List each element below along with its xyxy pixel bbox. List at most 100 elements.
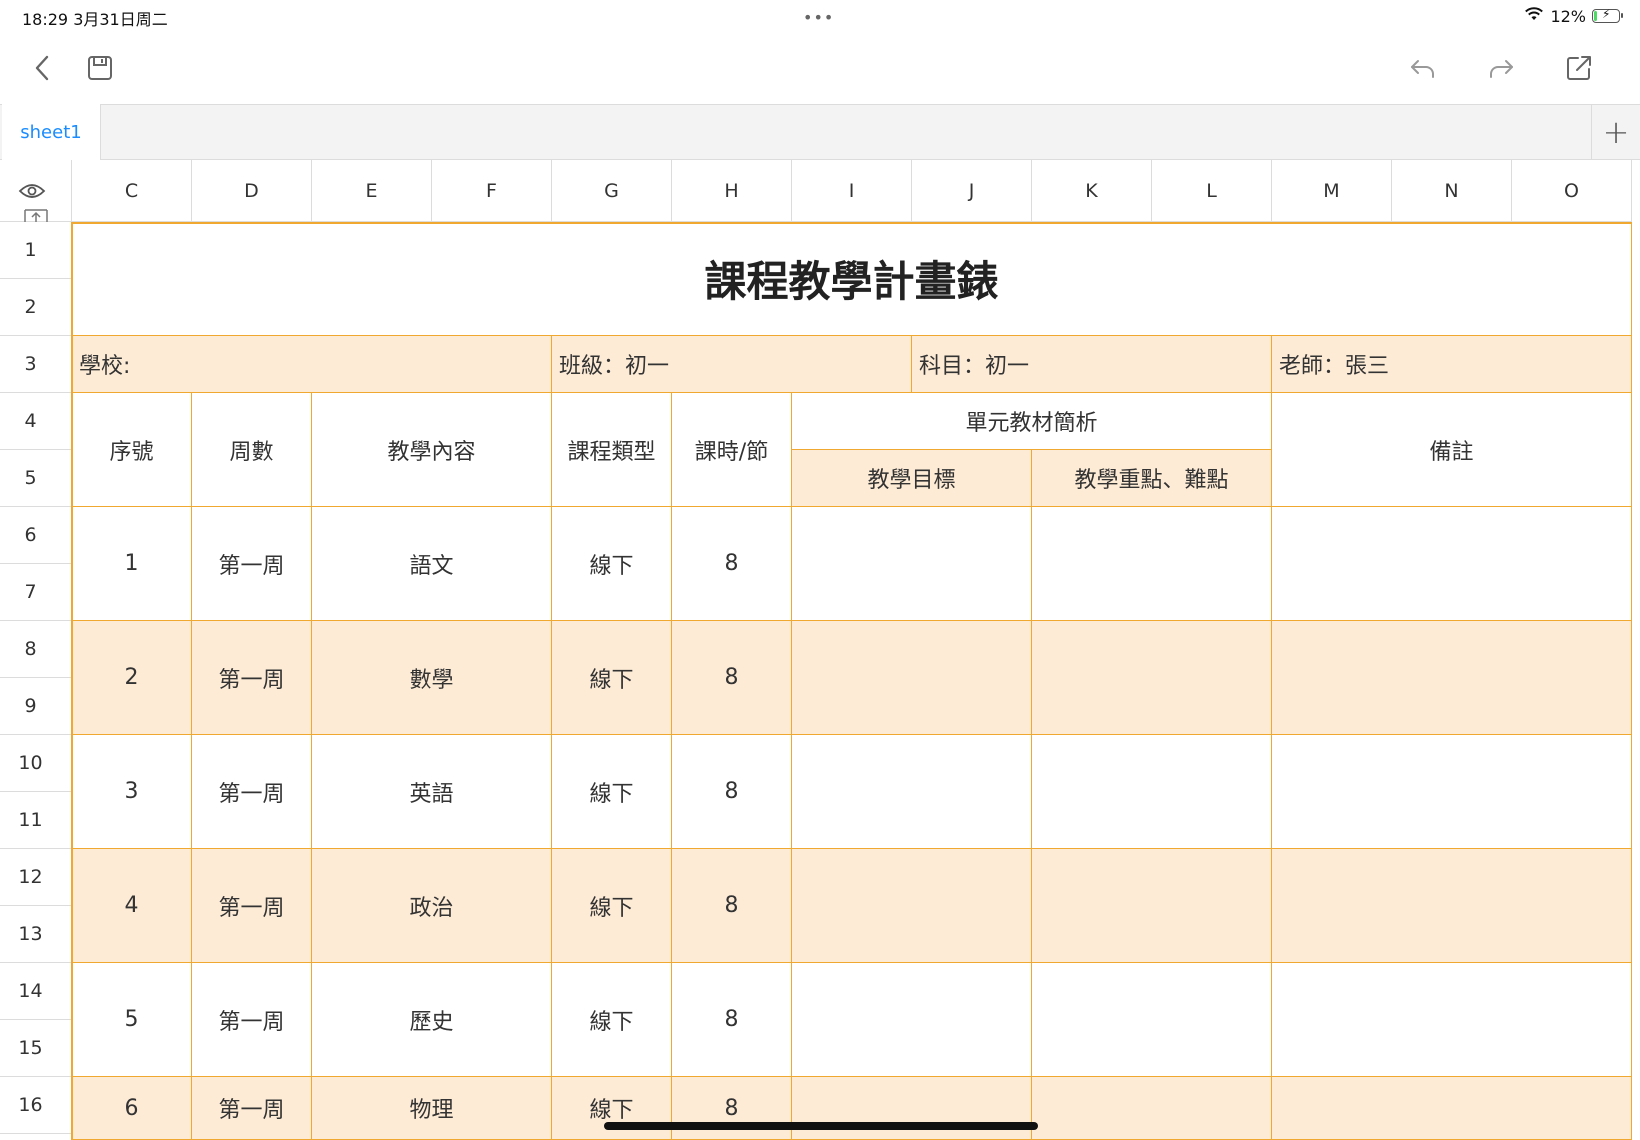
eye-icon[interactable]: [18, 182, 46, 204]
cell-hours[interactable]: 8: [672, 735, 792, 849]
cell-week[interactable]: 第一周: [192, 507, 312, 621]
column-header-j[interactable]: J: [912, 160, 1032, 222]
cell-index[interactable]: 4: [72, 849, 192, 963]
cell-index[interactable]: 6: [72, 1077, 192, 1140]
row-header-12[interactable]: 12: [0, 849, 72, 906]
cell-notes[interactable]: [1272, 1077, 1632, 1140]
cell-index[interactable]: 2: [72, 621, 192, 735]
cell-notes[interactable]: [1272, 735, 1632, 849]
row-header-3[interactable]: 3: [0, 336, 72, 393]
row-header-15[interactable]: 15: [0, 1020, 72, 1077]
cell-goals[interactable]: [792, 621, 1032, 735]
column-header-f[interactable]: F: [432, 160, 552, 222]
header-notes[interactable]: 備註: [1272, 393, 1632, 507]
header-week[interactable]: 周數: [192, 393, 312, 507]
column-header-h[interactable]: H: [672, 160, 792, 222]
column-header-n[interactable]: N: [1392, 160, 1512, 222]
row-header-13[interactable]: 13: [0, 906, 72, 963]
row-header-1[interactable]: 1: [0, 222, 72, 279]
cell-goals[interactable]: [792, 963, 1032, 1077]
row-header-8[interactable]: 8: [0, 621, 72, 678]
school-cell[interactable]: 學校:: [72, 336, 552, 393]
subject-cell[interactable]: 科目：初一: [912, 336, 1272, 393]
cell-key-points[interactable]: [1032, 963, 1272, 1077]
undo-icon[interactable]: [1403, 48, 1443, 88]
cell-type[interactable]: 線下: [552, 507, 672, 621]
header-index[interactable]: 序號: [72, 393, 192, 507]
row-header-16[interactable]: 16: [0, 1077, 72, 1134]
header-hours[interactable]: 課時/節: [672, 393, 792, 507]
cell-goals[interactable]: [792, 507, 1032, 621]
column-header-d[interactable]: D: [192, 160, 312, 222]
chevron-left-icon[interactable]: [22, 48, 62, 88]
add-sheet-button[interactable]: +: [1591, 104, 1640, 160]
cell-notes[interactable]: [1272, 507, 1632, 621]
cell-week[interactable]: 第一周: [192, 735, 312, 849]
cell-content[interactable]: 語文: [312, 507, 552, 621]
cell-type[interactable]: 線下: [552, 1077, 672, 1140]
column-header-k[interactable]: K: [1032, 160, 1152, 222]
cell-week[interactable]: 第一周: [192, 963, 312, 1077]
row-header-14[interactable]: 14: [0, 963, 72, 1020]
cell-key-points[interactable]: [1032, 1077, 1272, 1140]
cell-content[interactable]: 政治: [312, 849, 552, 963]
column-header-g[interactable]: G: [552, 160, 672, 222]
cell-content[interactable]: 歷史: [312, 963, 552, 1077]
row-header-5[interactable]: 5: [0, 450, 72, 507]
cell-goals[interactable]: [792, 1077, 1032, 1140]
cell-hours[interactable]: 8: [672, 507, 792, 621]
cell-notes[interactable]: [1272, 963, 1632, 1077]
save-icon[interactable]: [80, 48, 120, 88]
column-header-l[interactable]: L: [1152, 160, 1272, 222]
header-goals[interactable]: 教學目標: [792, 450, 1032, 507]
row-header-7[interactable]: 7: [0, 564, 72, 621]
cell-type[interactable]: 線下: [552, 963, 672, 1077]
cell-content[interactable]: 物理: [312, 1077, 552, 1140]
header-key-points[interactable]: 教學重點、難點: [1032, 450, 1272, 507]
cell-hours[interactable]: 8: [672, 1077, 792, 1140]
select-all-corner[interactable]: [0, 160, 72, 222]
sheet-tab[interactable]: sheet1: [2, 104, 101, 160]
row-header-10[interactable]: 10: [0, 735, 72, 792]
cell-week[interactable]: 第一周: [192, 621, 312, 735]
cell-type[interactable]: 線下: [552, 849, 672, 963]
cell-notes[interactable]: [1272, 849, 1632, 963]
row-header-2[interactable]: 2: [0, 279, 72, 336]
row-header-9[interactable]: 9: [0, 678, 72, 735]
row-header-4[interactable]: 4: [0, 393, 72, 450]
header-unit-analysis[interactable]: 單元教材簡析: [792, 393, 1272, 450]
header-content[interactable]: 教學內容: [312, 393, 552, 507]
cell-week[interactable]: 第一周: [192, 849, 312, 963]
cell-week[interactable]: 第一周: [192, 1077, 312, 1140]
cell-hours[interactable]: 8: [672, 621, 792, 735]
cell-type[interactable]: 線下: [552, 621, 672, 735]
row-header-11[interactable]: 11: [0, 792, 72, 849]
sheet-title-cell[interactable]: 課程教學計畫錶: [72, 222, 1632, 336]
cell-key-points[interactable]: [1032, 621, 1272, 735]
cell-hours[interactable]: 8: [672, 963, 792, 1077]
column-header-c[interactable]: C: [72, 160, 192, 222]
multitask-dots[interactable]: •••: [803, 8, 834, 27]
cell-goals[interactable]: [792, 735, 1032, 849]
column-header-m[interactable]: M: [1272, 160, 1392, 222]
column-header-o[interactable]: O: [1512, 160, 1632, 222]
cell-notes[interactable]: [1272, 621, 1632, 735]
cell-type[interactable]: 線下: [552, 735, 672, 849]
row-header-6[interactable]: 6: [0, 507, 72, 564]
cell-content[interactable]: 英語: [312, 735, 552, 849]
teacher-cell[interactable]: 老師：張三: [1272, 336, 1632, 393]
cell-index[interactable]: 3: [72, 735, 192, 849]
cell-goals[interactable]: [792, 849, 1032, 963]
cell-content[interactable]: 數學: [312, 621, 552, 735]
header-type[interactable]: 課程類型: [552, 393, 672, 507]
redo-icon[interactable]: [1481, 48, 1521, 88]
cell-key-points[interactable]: [1032, 507, 1272, 621]
column-header-e[interactable]: E: [312, 160, 432, 222]
cell-index[interactable]: 1: [72, 507, 192, 621]
cell-index[interactable]: 5: [72, 963, 192, 1077]
cell-key-points[interactable]: [1032, 849, 1272, 963]
share-icon[interactable]: [1559, 48, 1599, 88]
class-cell[interactable]: 班級：初一: [552, 336, 912, 393]
cell-key-points[interactable]: [1032, 735, 1272, 849]
cell-hours[interactable]: 8: [672, 849, 792, 963]
